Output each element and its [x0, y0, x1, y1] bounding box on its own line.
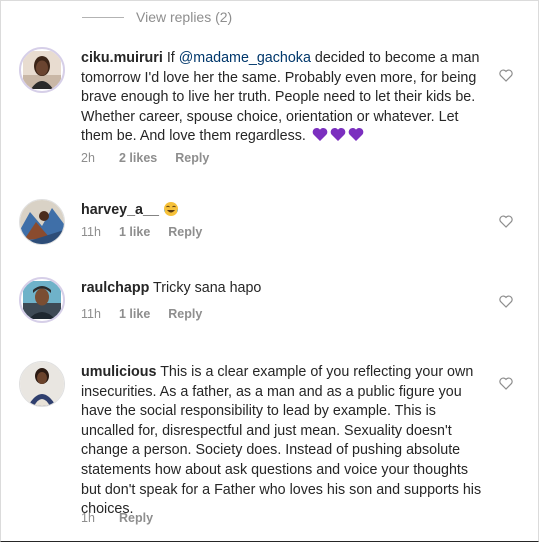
view-replies-link[interactable]: View replies (2) [82, 9, 232, 25]
avatar-image [20, 362, 64, 406]
purple-heart-icon [312, 127, 328, 149]
comment-mention[interactable]: @madame_gachoka [179, 50, 311, 66]
heart-icon[interactable] [499, 69, 513, 82]
avatar[interactable] [19, 361, 65, 407]
reply-button[interactable]: Reply [168, 225, 202, 239]
comment-likes[interactable]: 2 likes [119, 151, 157, 165]
reply-button[interactable]: Reply [168, 307, 202, 321]
comment-meta: 11h 1 like Reply [81, 225, 202, 239]
comment-username[interactable]: umulicious [81, 364, 156, 380]
comment-likes[interactable]: 1 like [119, 225, 150, 239]
reply-button[interactable]: Reply [119, 511, 153, 525]
avatar-image [23, 281, 61, 319]
avatar-image [20, 200, 64, 244]
avatar[interactable] [19, 47, 65, 93]
avatar[interactable] [19, 199, 65, 245]
comment-username[interactable]: ciku.muiruri [81, 50, 163, 66]
comment-item: umulicious This is a clear example of yo… [19, 361, 519, 531]
comment-body: ciku.muiruri If @madame_gachoka decided … [81, 49, 491, 149]
avatar-image [23, 51, 61, 89]
purple-heart-icon [348, 127, 364, 149]
comment-text-before-mention: If [166, 50, 175, 66]
reply-button[interactable]: Reply [175, 151, 209, 165]
replies-divider-line [82, 16, 124, 18]
comment-username[interactable]: raulchapp [81, 280, 149, 296]
heart-icon[interactable] [499, 215, 513, 228]
comment-item: harvey_a__ 11h 1 like Reply [19, 199, 519, 249]
comment-time: 2h [81, 151, 95, 165]
comment-meta: 1h Reply [81, 511, 153, 525]
comment-time: 1h [81, 511, 95, 525]
comment-text: This is a clear example of you reflectin… [81, 364, 482, 518]
heart-icon[interactable] [499, 295, 513, 308]
comment-likes[interactable]: 1 like [119, 307, 150, 321]
comment-time: 11h [81, 225, 101, 239]
comment-item: ciku.muiruri If @madame_gachoka decided … [19, 47, 519, 177]
comment-body: umulicious This is a clear example of yo… [81, 363, 491, 520]
comment-item: raulchapp Tricky sana hapo 11h 1 like Re… [19, 277, 519, 327]
comment-body: raulchapp Tricky sana hapo [81, 279, 491, 299]
comment-meta: 2h 2 likes Reply [81, 151, 209, 165]
purple-heart-icon [330, 127, 346, 149]
comments-panel: View replies (2) ciku.muiruri If @madame… [0, 0, 539, 542]
view-replies-label[interactable]: View replies (2) [136, 9, 232, 25]
comment-time: 11h [81, 307, 101, 321]
comment-meta: 11h 1 like Reply [81, 307, 202, 321]
comment-text: Tricky sana hapo [153, 280, 262, 296]
tears-of-joy-icon [163, 202, 179, 218]
comment-username[interactable]: harvey_a__ [81, 202, 159, 218]
heart-icon[interactable] [499, 377, 513, 390]
comment-body: harvey_a__ [81, 201, 491, 221]
avatar[interactable] [19, 277, 65, 323]
